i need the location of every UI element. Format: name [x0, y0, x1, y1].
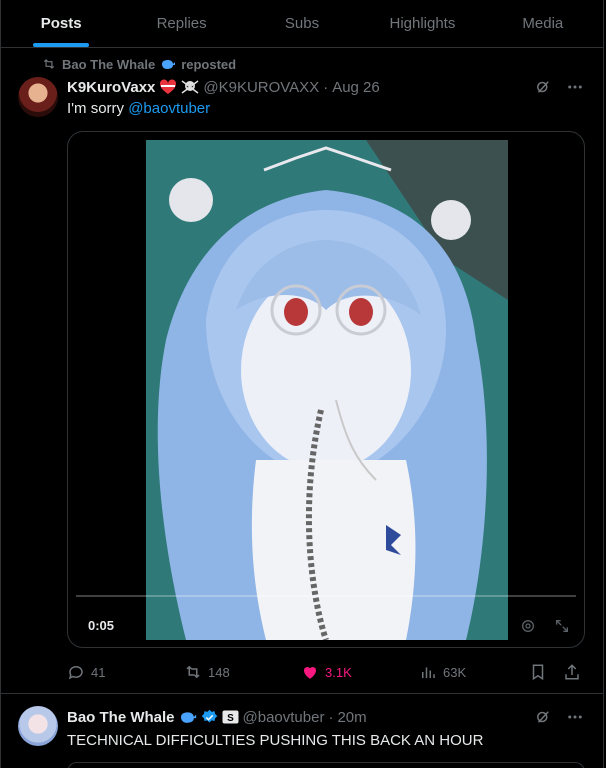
profile-tabs: Posts Replies Subs Highlights Media	[1, 0, 603, 48]
tab-highlights[interactable]: Highlights	[362, 0, 482, 47]
verified-badge-icon[interactable]	[201, 709, 218, 726]
repost-button[interactable]: 148	[184, 663, 230, 681]
author-name[interactable]: K9KuroVaxx	[67, 79, 155, 96]
post-top-actions	[534, 78, 584, 96]
post-extra-actions	[529, 663, 581, 681]
reply-button[interactable]: 41	[67, 663, 105, 681]
subscription-badge-icon[interactable]: S	[222, 710, 239, 724]
reply-count: 41	[91, 664, 106, 680]
tab-label: Highlights	[389, 15, 456, 32]
heart-emoji-icon	[160, 79, 177, 94]
separator: ·	[328, 708, 334, 726]
like-button[interactable]: 3.1K	[301, 663, 352, 681]
post-text: TECHNICAL DIFFICULTIES PUSHING THIS BACK…	[67, 732, 484, 749]
repost-count: 148	[208, 664, 230, 680]
post-body: I'm sorry	[67, 100, 129, 117]
post-header: K9KuroVaxx @K9KUROVAXX · Aug 26	[67, 77, 380, 97]
mention-link[interactable]: @baovtuber	[128, 100, 210, 117]
repost-icon	[43, 59, 55, 69]
more-icon[interactable]	[566, 708, 584, 726]
reply-icon	[68, 665, 83, 680]
anime-character-image	[146, 140, 508, 640]
video-frame	[146, 140, 508, 640]
more-icon[interactable]	[566, 78, 584, 96]
views-icon	[422, 667, 435, 678]
heart-filled-icon	[303, 666, 317, 679]
tab-label: Posts	[40, 15, 82, 32]
media-card[interactable]	[67, 762, 585, 768]
whale-emoji-icon	[162, 60, 176, 69]
post-divider	[1, 693, 603, 694]
post-action-bar: 41 148 3.1K 63K	[67, 660, 585, 684]
tab-label: Replies	[156, 15, 207, 32]
post-top-actions	[534, 708, 584, 726]
video-progress-bar[interactable]	[76, 595, 576, 597]
post-time[interactable]: Aug 26	[332, 79, 380, 96]
like-count: 3.1K	[325, 664, 352, 680]
settings-icon[interactable]	[520, 618, 536, 634]
avatar[interactable]	[18, 706, 58, 746]
author-handle[interactable]: @baovtuber	[243, 709, 325, 726]
repost-icon	[186, 665, 200, 679]
post-text: I'm sorry @baovtuber	[67, 100, 210, 117]
tab-subs[interactable]: Subs	[242, 0, 362, 47]
tab-media[interactable]: Media	[483, 0, 603, 47]
video-controls	[520, 618, 570, 634]
author-handle[interactable]: @K9KUROVAXX	[203, 79, 319, 96]
tab-label: Media	[522, 15, 564, 32]
svg-text:S: S	[227, 713, 234, 724]
video-timestamp: 0:05	[88, 618, 115, 633]
whale-emoji-icon	[180, 712, 196, 723]
tab-posts[interactable]: Posts	[1, 0, 121, 47]
grok-icon[interactable]	[534, 708, 552, 726]
bookmark-icon[interactable]	[529, 663, 547, 681]
repost-indicator[interactable]: Bao The Whale reposted	[42, 56, 236, 72]
post-header: Bao The Whale S @baovtuber · 20m	[67, 707, 367, 727]
post-time[interactable]: 20m	[337, 709, 366, 726]
video-player[interactable]: 0:05	[67, 131, 585, 648]
repost-label: reposted	[181, 56, 237, 72]
fullscreen-icon[interactable]	[554, 618, 570, 634]
tab-label: Subs	[284, 15, 320, 32]
reposter-name: Bao The Whale	[62, 56, 156, 72]
avatar[interactable]	[18, 77, 58, 117]
separator: ·	[323, 78, 329, 96]
views-button[interactable]: 63K	[419, 663, 466, 681]
view-count: 63K	[443, 664, 467, 680]
tab-replies[interactable]: Replies	[121, 0, 241, 47]
author-name[interactable]: Bao The Whale	[67, 709, 175, 726]
skull-emoji-icon	[181, 80, 199, 94]
share-icon[interactable]	[563, 663, 581, 681]
grok-icon[interactable]	[534, 78, 552, 96]
